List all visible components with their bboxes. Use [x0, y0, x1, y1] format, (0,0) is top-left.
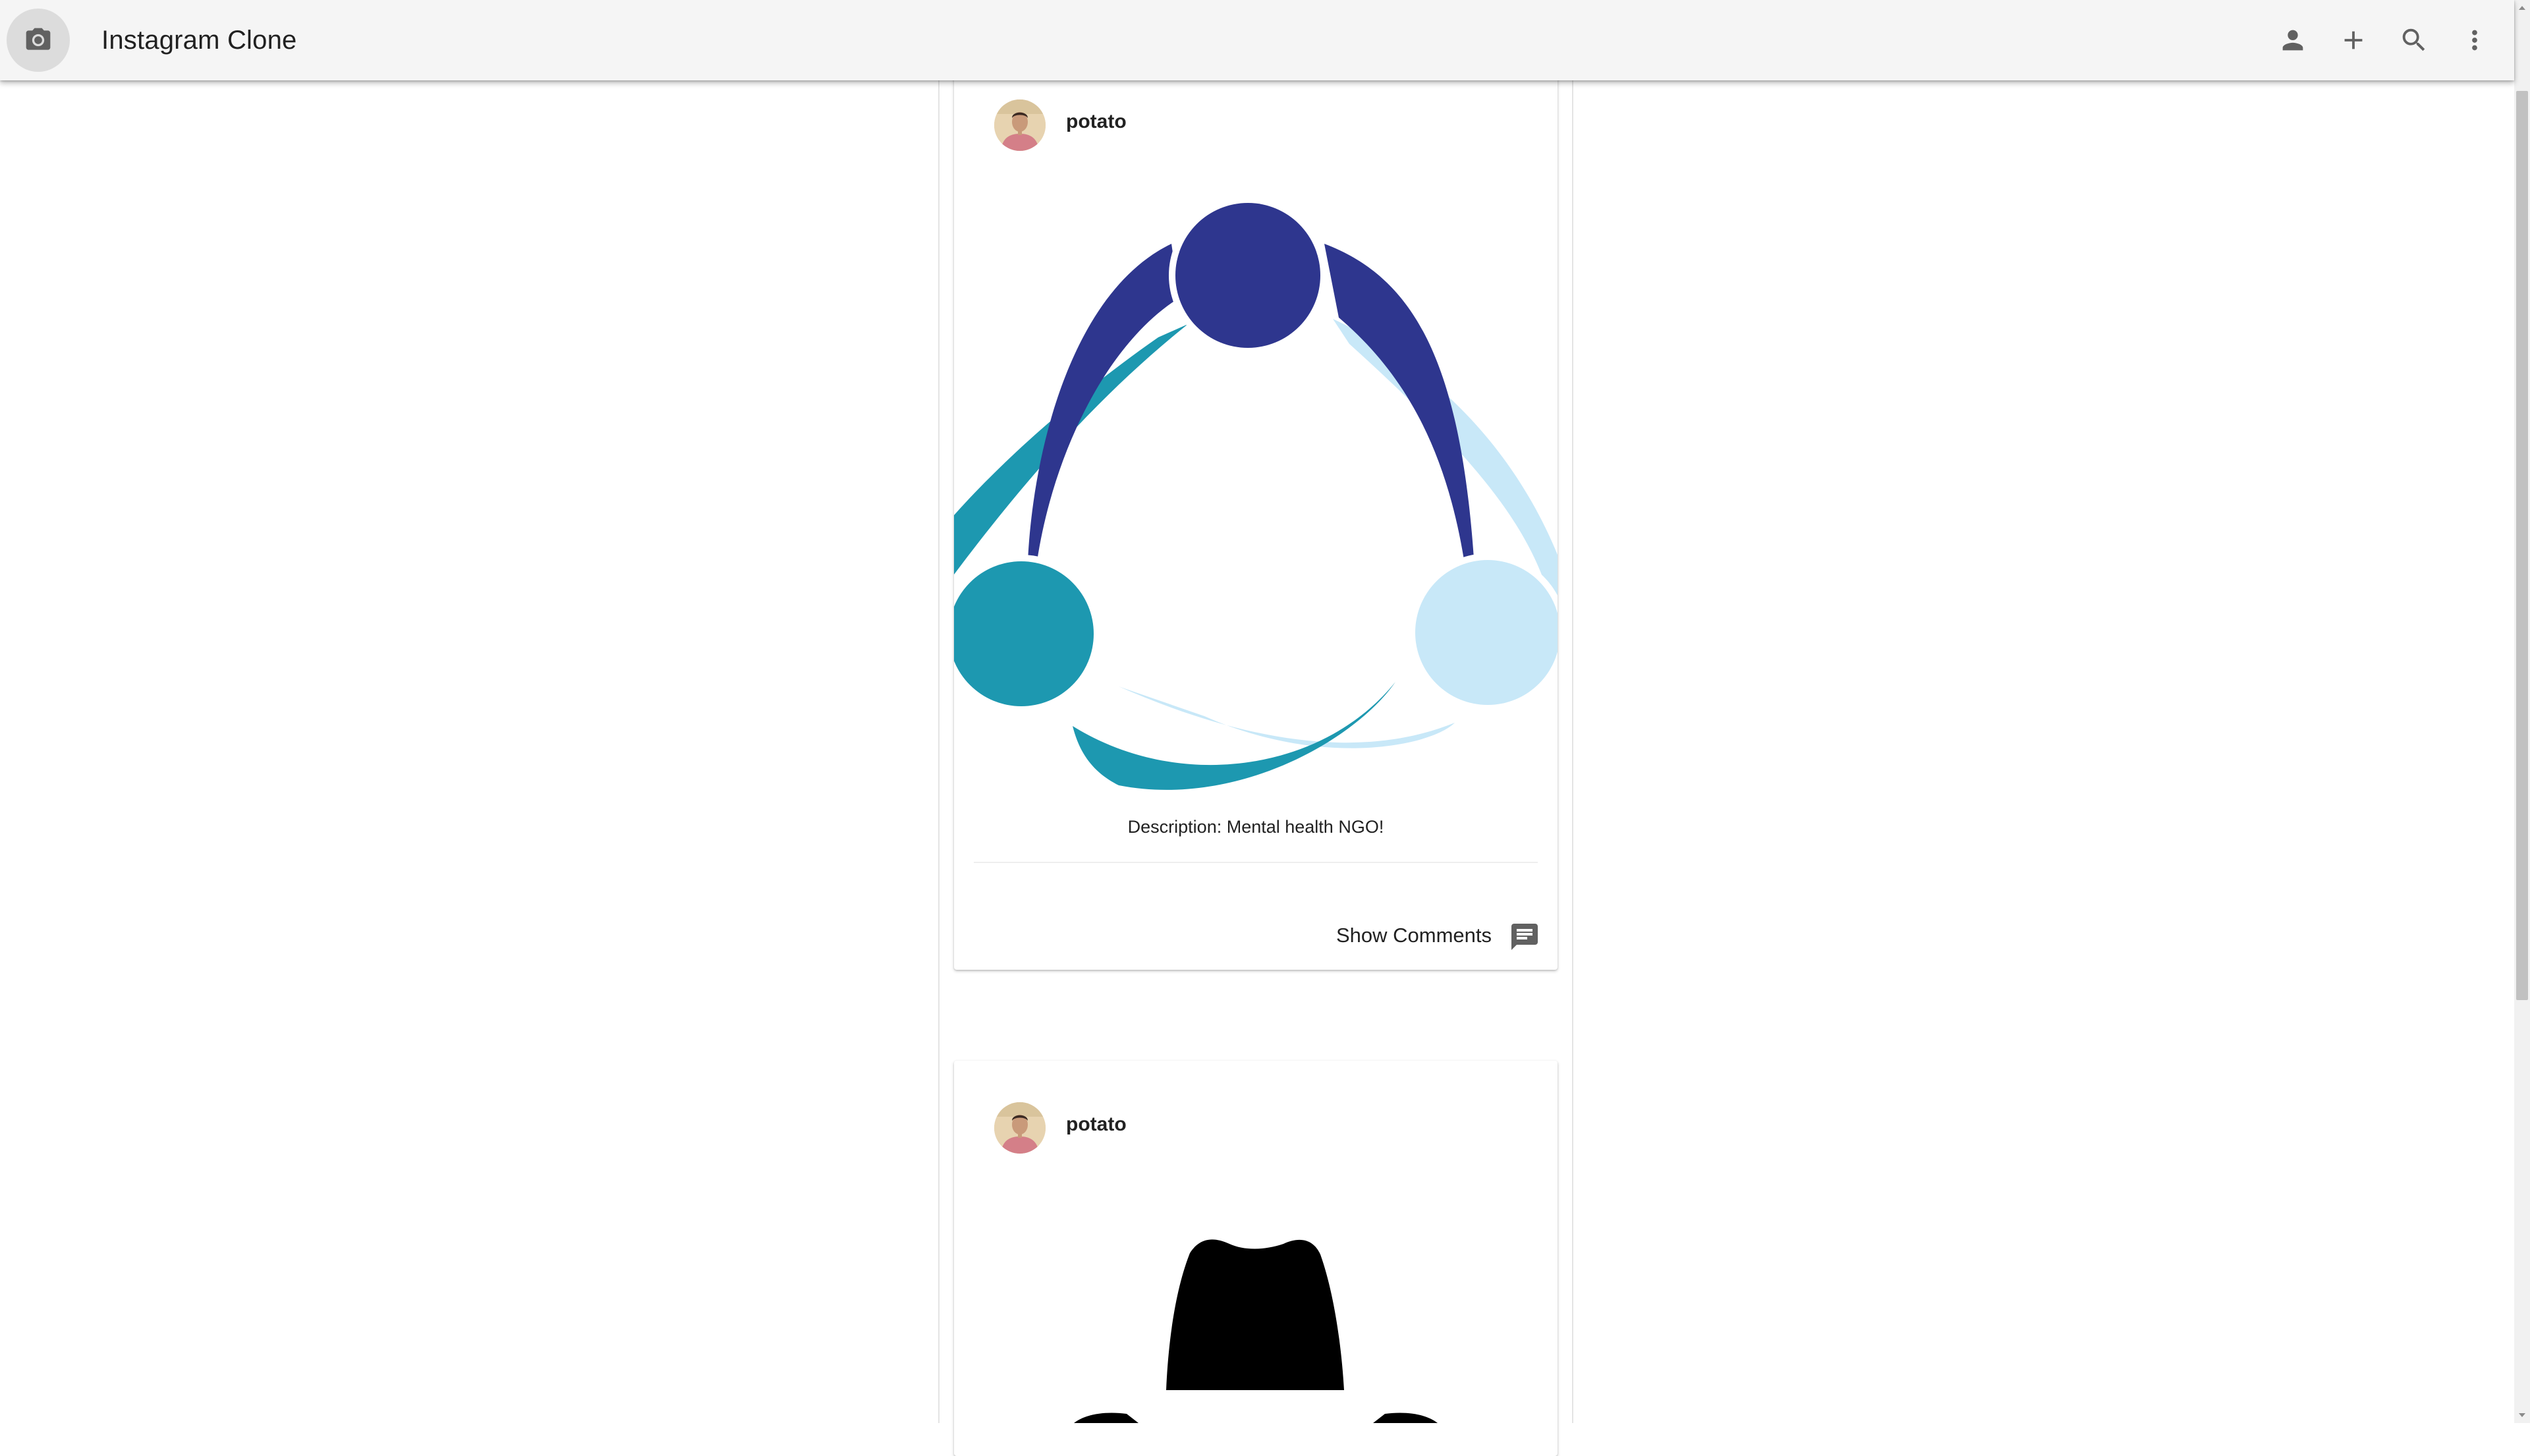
scroll-up-arrow[interactable] — [2514, 0, 2530, 16]
app-bar: Instagram Clone — [0, 0, 2514, 80]
avatar-photo — [994, 1102, 1046, 1154]
post-card: potato Description: Mental health NGO! S… — [954, 74, 1558, 970]
avatar[interactable] — [994, 99, 1046, 151]
more-options-button[interactable] — [2451, 16, 2498, 64]
divider — [974, 862, 1538, 863]
search-icon — [2402, 28, 2425, 51]
comment-icon[interactable] — [1509, 921, 1540, 953]
post-image — [954, 1192, 1558, 1423]
avatar[interactable] — [994, 1102, 1046, 1154]
ngo-logo-image — [954, 196, 1558, 790]
post-username[interactable]: potato — [1066, 1113, 1127, 1136]
post-card: potato — [954, 1061, 1558, 1456]
person-icon — [2282, 30, 2303, 51]
post-description: Description: Mental health NGO! — [1127, 817, 1384, 837]
post-username[interactable]: potato — [1066, 111, 1127, 133]
more-vert-icon — [2472, 30, 2477, 51]
scroll-thumb[interactable] — [2516, 91, 2528, 1000]
scroll-down-arrow[interactable] — [2514, 1407, 2530, 1423]
show-comments-button[interactable]: Show Comments — [1336, 924, 1492, 947]
page-scrollbar[interactable] — [2514, 0, 2530, 1423]
camera-logo-button[interactable] — [7, 9, 70, 72]
profile-button[interactable] — [2269, 16, 2317, 64]
search-button[interactable] — [2390, 16, 2438, 64]
camera-icon — [26, 28, 51, 50]
fedora-hat-image — [1074, 1239, 1438, 1423]
add-post-button[interactable] — [2330, 16, 2377, 64]
post-image — [954, 173, 1558, 871]
add-icon — [2344, 31, 2363, 49]
app-title: Instagram Clone — [101, 26, 297, 55]
avatar-photo — [994, 99, 1046, 151]
